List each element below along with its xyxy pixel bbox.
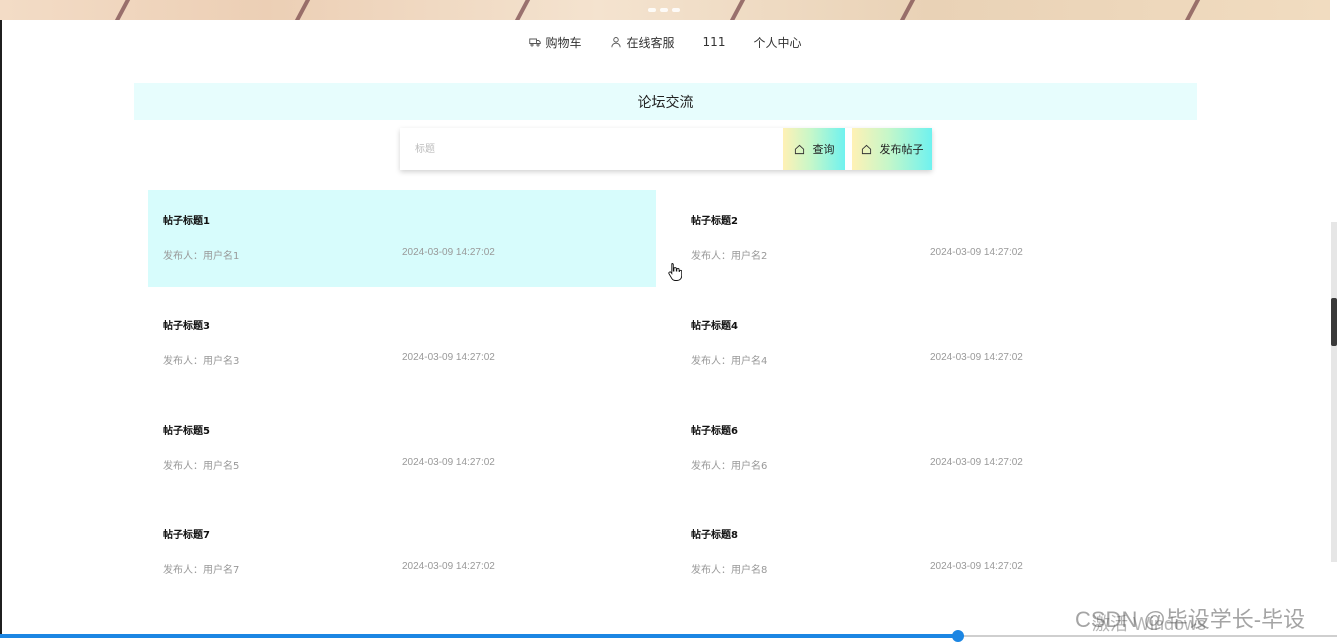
post-card[interactable]: 帖子标题5 发布人：用户名5 2024-03-09 14:27:02 <box>148 400 656 497</box>
home-icon <box>794 144 804 154</box>
home-icon <box>861 144 871 154</box>
user-icon <box>610 37 621 48</box>
search-button-label: 查询 <box>812 143 835 156</box>
top-nav: 购物车 在线客服 111 个人中心 <box>0 30 1330 54</box>
banner-decoration <box>292 0 312 20</box>
post-title: 帖子标题5 <box>163 426 210 437</box>
carousel-dot[interactable] <box>672 8 680 12</box>
post-time: 2024-03-09 14:27:02 <box>930 457 1023 468</box>
nav-customer-service[interactable]: 在线客服 <box>610 34 675 51</box>
post-time: 2024-03-09 14:27:02 <box>930 247 1023 258</box>
post-author: 发布人：用户名8 <box>691 565 768 576</box>
post-title: 帖子标题2 <box>691 216 738 227</box>
search-input[interactable] <box>400 128 782 170</box>
post-title: 帖子标题7 <box>163 530 210 541</box>
carousel-dot[interactable] <box>660 8 668 12</box>
post-time: 2024-03-09 14:27:02 <box>402 352 495 363</box>
post-time: 2024-03-09 14:27:02 <box>402 457 495 468</box>
nav-username-label: 111 <box>702 35 726 49</box>
carousel-indicators[interactable] <box>648 8 680 12</box>
hand-cursor-icon <box>668 263 682 281</box>
post-title: 帖子标题8 <box>691 530 738 541</box>
page-title: 论坛交流 <box>637 94 694 111</box>
nav-profile-label: 个人中心 <box>753 35 802 50</box>
post-card[interactable]: 帖子标题3 发布人：用户名3 2024-03-09 14:27:02 <box>148 295 656 392</box>
post-author: 发布人：用户名3 <box>163 356 240 367</box>
post-time: 2024-03-09 14:27:02 <box>402 561 495 572</box>
search-button[interactable]: 查询 <box>783 128 845 170</box>
banner-decoration <box>112 0 132 20</box>
carousel-dot[interactable] <box>648 8 656 12</box>
vertical-scrollbar[interactable] <box>1331 222 1337 562</box>
post-card[interactable]: 帖子标题2 发布人：用户名2 2024-03-09 14:27:02 <box>676 190 1184 287</box>
csdn-watermark: CSDN @毕设学长-毕设 <box>1075 607 1306 632</box>
post-author: 发布人：用户名7 <box>163 565 240 576</box>
banner-decoration <box>1182 0 1202 20</box>
post-author: 发布人：用户名6 <box>691 461 768 472</box>
post-time: 2024-03-09 14:27:02 <box>930 561 1023 572</box>
post-card[interactable]: 帖子标题8 发布人：用户名8 2024-03-09 14:27:02 <box>676 504 1184 601</box>
post-title: 帖子标题3 <box>163 321 210 332</box>
banner-decoration <box>727 0 747 20</box>
post-time: 2024-03-09 14:27:02 <box>402 247 495 258</box>
window-edge <box>0 20 2 635</box>
banner-carousel <box>0 0 1330 20</box>
post-title: 帖子标题6 <box>691 426 738 437</box>
banner-decoration <box>897 0 917 20</box>
post-card[interactable]: 帖子标题7 发布人：用户名7 2024-03-09 14:27:02 <box>148 504 656 601</box>
nav-username[interactable]: 111 <box>703 35 726 49</box>
post-author: 发布人：用户名5 <box>163 461 240 472</box>
video-progress-handle[interactable] <box>952 630 964 642</box>
page-title-bar: 论坛交流 <box>134 83 1197 120</box>
publish-post-button-label: 发布帖子 <box>879 143 924 156</box>
scrollbar-thumb[interactable] <box>1331 298 1337 346</box>
nav-profile[interactable]: 个人中心 <box>753 34 801 51</box>
post-author: 发布人：用户名4 <box>691 356 768 367</box>
publish-post-button[interactable]: 发布帖子 <box>852 128 932 170</box>
cart-icon <box>528 38 541 47</box>
post-card[interactable]: 帖子标题4 发布人：用户名4 2024-03-09 14:27:02 <box>676 295 1184 392</box>
video-progress-bar[interactable] <box>0 634 958 638</box>
post-title: 帖子标题4 <box>691 321 738 332</box>
post-author: 发布人：用户名1 <box>163 251 240 262</box>
post-card[interactable]: 帖子标题1 发布人：用户名1 2024-03-09 14:27:02 <box>148 190 656 287</box>
nav-customer-service-label: 在线客服 <box>626 35 675 50</box>
post-time: 2024-03-09 14:27:02 <box>930 352 1023 363</box>
post-title: 帖子标题1 <box>163 216 210 227</box>
search-panel: 查询 发布帖子 <box>400 128 932 170</box>
nav-cart[interactable]: 购物车 <box>528 34 582 51</box>
nav-cart-label: 购物车 <box>545 35 582 50</box>
post-author: 发布人：用户名2 <box>691 251 768 262</box>
banner-decoration <box>512 0 532 20</box>
post-card[interactable]: 帖子标题6 发布人：用户名6 2024-03-09 14:27:02 <box>676 400 1184 497</box>
